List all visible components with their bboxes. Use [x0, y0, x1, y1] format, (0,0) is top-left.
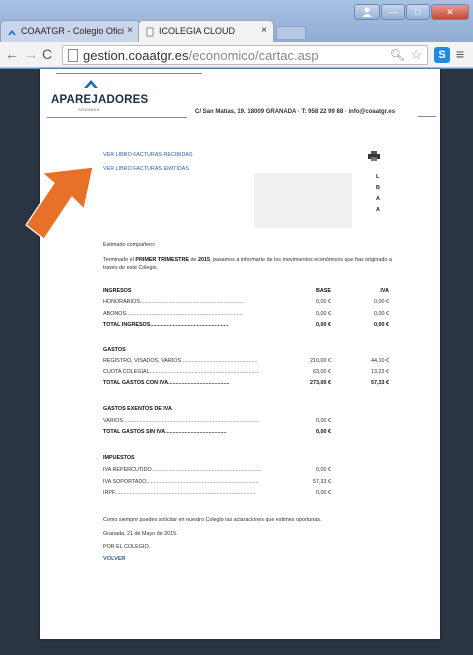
reload-icon[interactable]: C — [42, 46, 52, 62]
section-title-impuestos: IMPUESTOS — [103, 455, 135, 461]
column-header-iva: IVA — [380, 288, 389, 294]
total-row: TOTAL GASTOS CON IVA....................… — [103, 380, 389, 386]
url-text[interactable]: gestion.coaatgr.es/economico/cartac.asp — [83, 48, 319, 63]
brand-name: APAREJADORES — [51, 94, 149, 106]
coaatgr-favicon-icon — [8, 30, 16, 35]
table-row: VARIOS..................................… — [103, 418, 331, 424]
divider — [56, 73, 202, 74]
section-title-gastos-exentos: GASTOS EXENTOS DE IVA — [103, 406, 172, 412]
volver-link[interactable]: VOLVER — [103, 556, 126, 562]
window-controls: — □ ✕ — [354, 4, 469, 20]
total-row: TOTAL INGRESOS..........................… — [103, 322, 389, 328]
page-favicon-icon — [146, 27, 154, 37]
redacted-address-block — [254, 173, 352, 228]
closing-line: Como siempre puedes solicitar en nuestro… — [103, 517, 322, 523]
letterhead-address: C/ San Matías, 19. 18009 GRANADA · T: 95… — [195, 109, 396, 115]
zoom-icon[interactable]: 🔍︎ — [390, 48, 405, 62]
greeting: Estimado compañero: — [103, 242, 156, 248]
minimize-button[interactable]: — — [381, 4, 405, 20]
date-line: Granada, 21 de Mayo de 2015. — [103, 531, 178, 537]
back-arrow-icon[interactable]: ← — [5, 46, 19, 62]
divider — [418, 116, 436, 117]
tab-label: COAATGR - Colegio Ofici — [21, 26, 124, 36]
tab-icolegia-cloud[interactable]: ICOLEGIA CLOUD × — [138, 20, 274, 42]
browser-toolbar: ← → C gestion.coaatgr.es/economico/carta… — [0, 42, 473, 68]
tab-label: ICOLEGIA CLOUD — [159, 26, 236, 36]
close-window-button[interactable]: ✕ — [431, 4, 469, 20]
letter-page: APAREJADORES GRANADA C/ San Matías, 19. … — [40, 69, 440, 639]
bookmark-star-icon[interactable]: ☆ — [410, 47, 422, 63]
link-facturas-recibidas[interactable]: VER LIBRO FACTURAS RECIBIDAS — [103, 152, 193, 158]
close-tab-icon[interactable]: × — [127, 25, 133, 36]
brand-subtitle: GRANADA — [78, 108, 100, 112]
close-tab-icon[interactable]: × — [261, 25, 267, 36]
page-icon — [68, 49, 78, 62]
table-row: HONORARIOS..............................… — [103, 299, 389, 305]
section-title-gastos: GASTOS — [103, 347, 126, 353]
section-title-ingresos: INGRESOS — [103, 288, 132, 294]
link-facturas-emitidas[interactable]: VER LIBRO FACTURAS EMITIDAS — [103, 166, 189, 172]
table-row: IRPF....................................… — [103, 490, 331, 496]
table-row: ABONOS..................................… — [103, 311, 389, 317]
tab-coaatgr[interactable]: COAATGR - Colegio Ofici × — [0, 20, 140, 42]
table-row: IVA REPERCUTIDO.........................… — [103, 467, 331, 473]
total-row: TOTAL GASTOS SIN IVA....................… — [103, 429, 331, 435]
new-tab-button[interactable] — [276, 26, 306, 40]
divider — [47, 117, 187, 118]
forward-arrow-icon[interactable]: → — [24, 46, 38, 62]
menu-icon[interactable]: ≡ — [456, 46, 464, 62]
table-row: REGISTRO, VISADOS, VARIOS ..............… — [103, 358, 389, 364]
aparejadores-logo-icon — [84, 80, 98, 88]
signature-line: POR EL COLEGIO. — [103, 544, 151, 550]
address-bar[interactable]: gestion.coaatgr.es/economico/cartac.asp … — [62, 45, 428, 65]
user-icon[interactable] — [354, 4, 380, 20]
table-row: IVA SOPORTADO...........................… — [103, 479, 331, 485]
intro-paragraph: Terminado el PRIMER TRIMESTRE de 2015, p… — [103, 257, 392, 271]
maximize-button[interactable]: □ — [406, 4, 430, 20]
extension-s-icon[interactable]: S — [434, 47, 450, 63]
printer-icon[interactable] — [368, 151, 380, 161]
table-row: CUOTA COLEGIAL..........................… — [103, 369, 389, 375]
column-header-base: BASE — [316, 288, 331, 294]
orange-arrow-icon — [25, 166, 94, 240]
title-bar: COAATGR - Colegio Ofici × ICOLEGIA CLOUD… — [0, 0, 473, 46]
redacted-letters: L B A A — [376, 174, 380, 213]
